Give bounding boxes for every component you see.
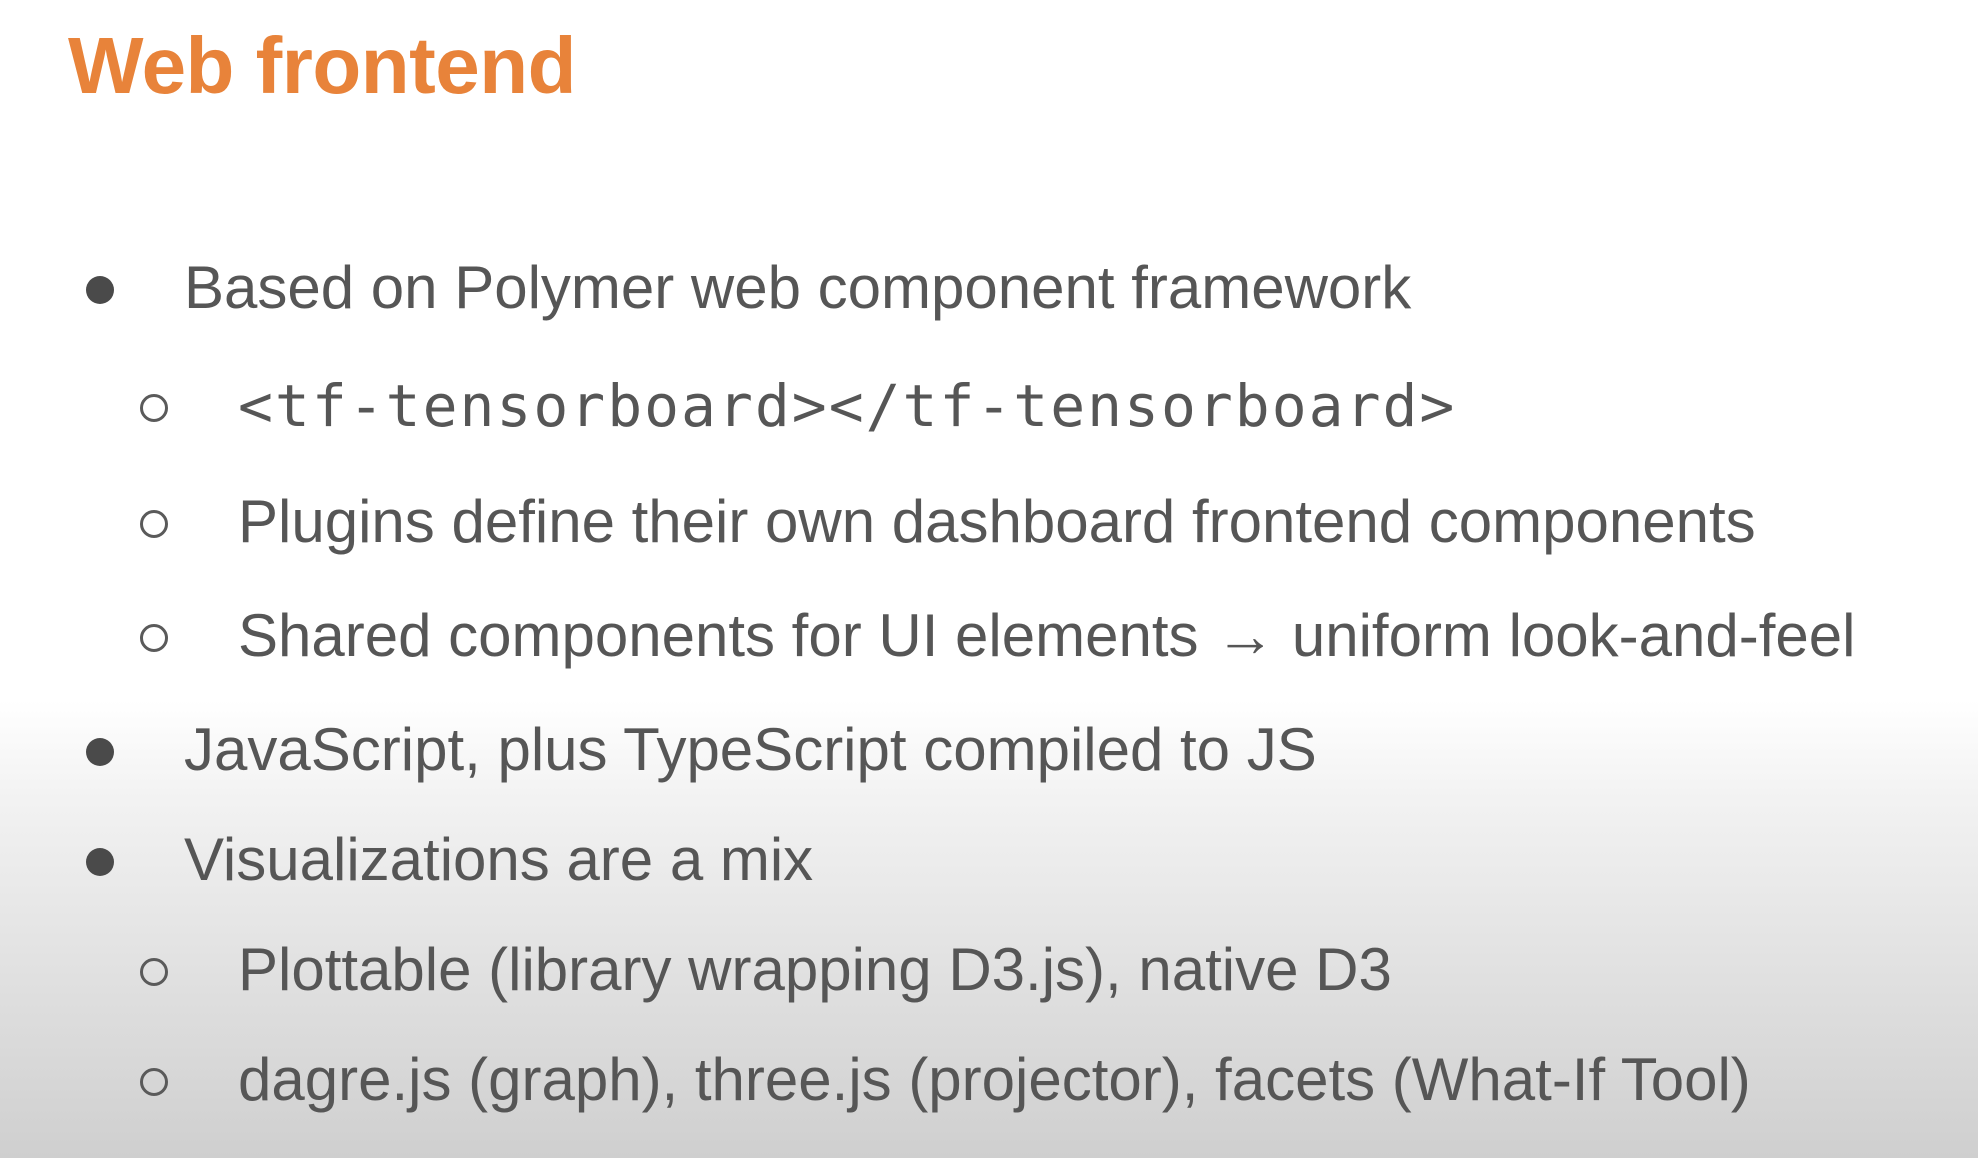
sub-bullet-text: Shared components for UI elements → unif… [238,602,1856,669]
filled-bullet-icon [86,276,114,304]
hollow-bullet-icon [140,624,168,652]
bullet-item-polymer: Based on Polymer web component framework [0,248,1978,328]
bullet-item-javascript: JavaScript, plus TypeScript compiled to … [0,710,1978,790]
sub-bullet-text: Plottable (library wrapping D3.js), nati… [238,936,1392,1003]
sub-bullet-item-plugins: Plugins define their own dashboard front… [0,482,1978,562]
slide: Web frontend Based on Polymer web compon… [0,0,1978,1158]
bullet-text: Visualizations are a mix [184,826,814,893]
sub-bullet-text: dagre.js (graph), three.js (projector), … [238,1046,1751,1113]
hollow-bullet-icon [140,510,168,538]
hollow-bullet-icon [140,958,168,986]
bullet-item-visualizations: Visualizations are a mix [0,820,1978,900]
filled-bullet-icon [86,848,114,876]
sub-bullet-item-dagre: dagre.js (graph), three.js (projector), … [0,1040,1978,1120]
hollow-bullet-icon [140,394,168,422]
sub-bullet-text: Plugins define their own dashboard front… [238,488,1756,555]
hollow-bullet-icon [140,1068,168,1096]
bullet-text: Based on Polymer web component framework [184,254,1412,321]
bullet-list: Based on Polymer web component framework… [0,0,1978,1158]
bullet-text: JavaScript, plus TypeScript compiled to … [184,716,1317,783]
filled-bullet-icon [86,738,114,766]
sub-bullet-code-text: <tf-tensorboard></tf-tensorboard> [238,372,1457,440]
sub-bullet-item-plottable: Plottable (library wrapping D3.js), nati… [0,930,1978,1010]
sub-bullet-item-tf-tensorboard: <tf-tensorboard></tf-tensorboard> [0,366,1978,446]
sub-bullet-item-shared-components: Shared components for UI elements → unif… [0,596,1978,676]
